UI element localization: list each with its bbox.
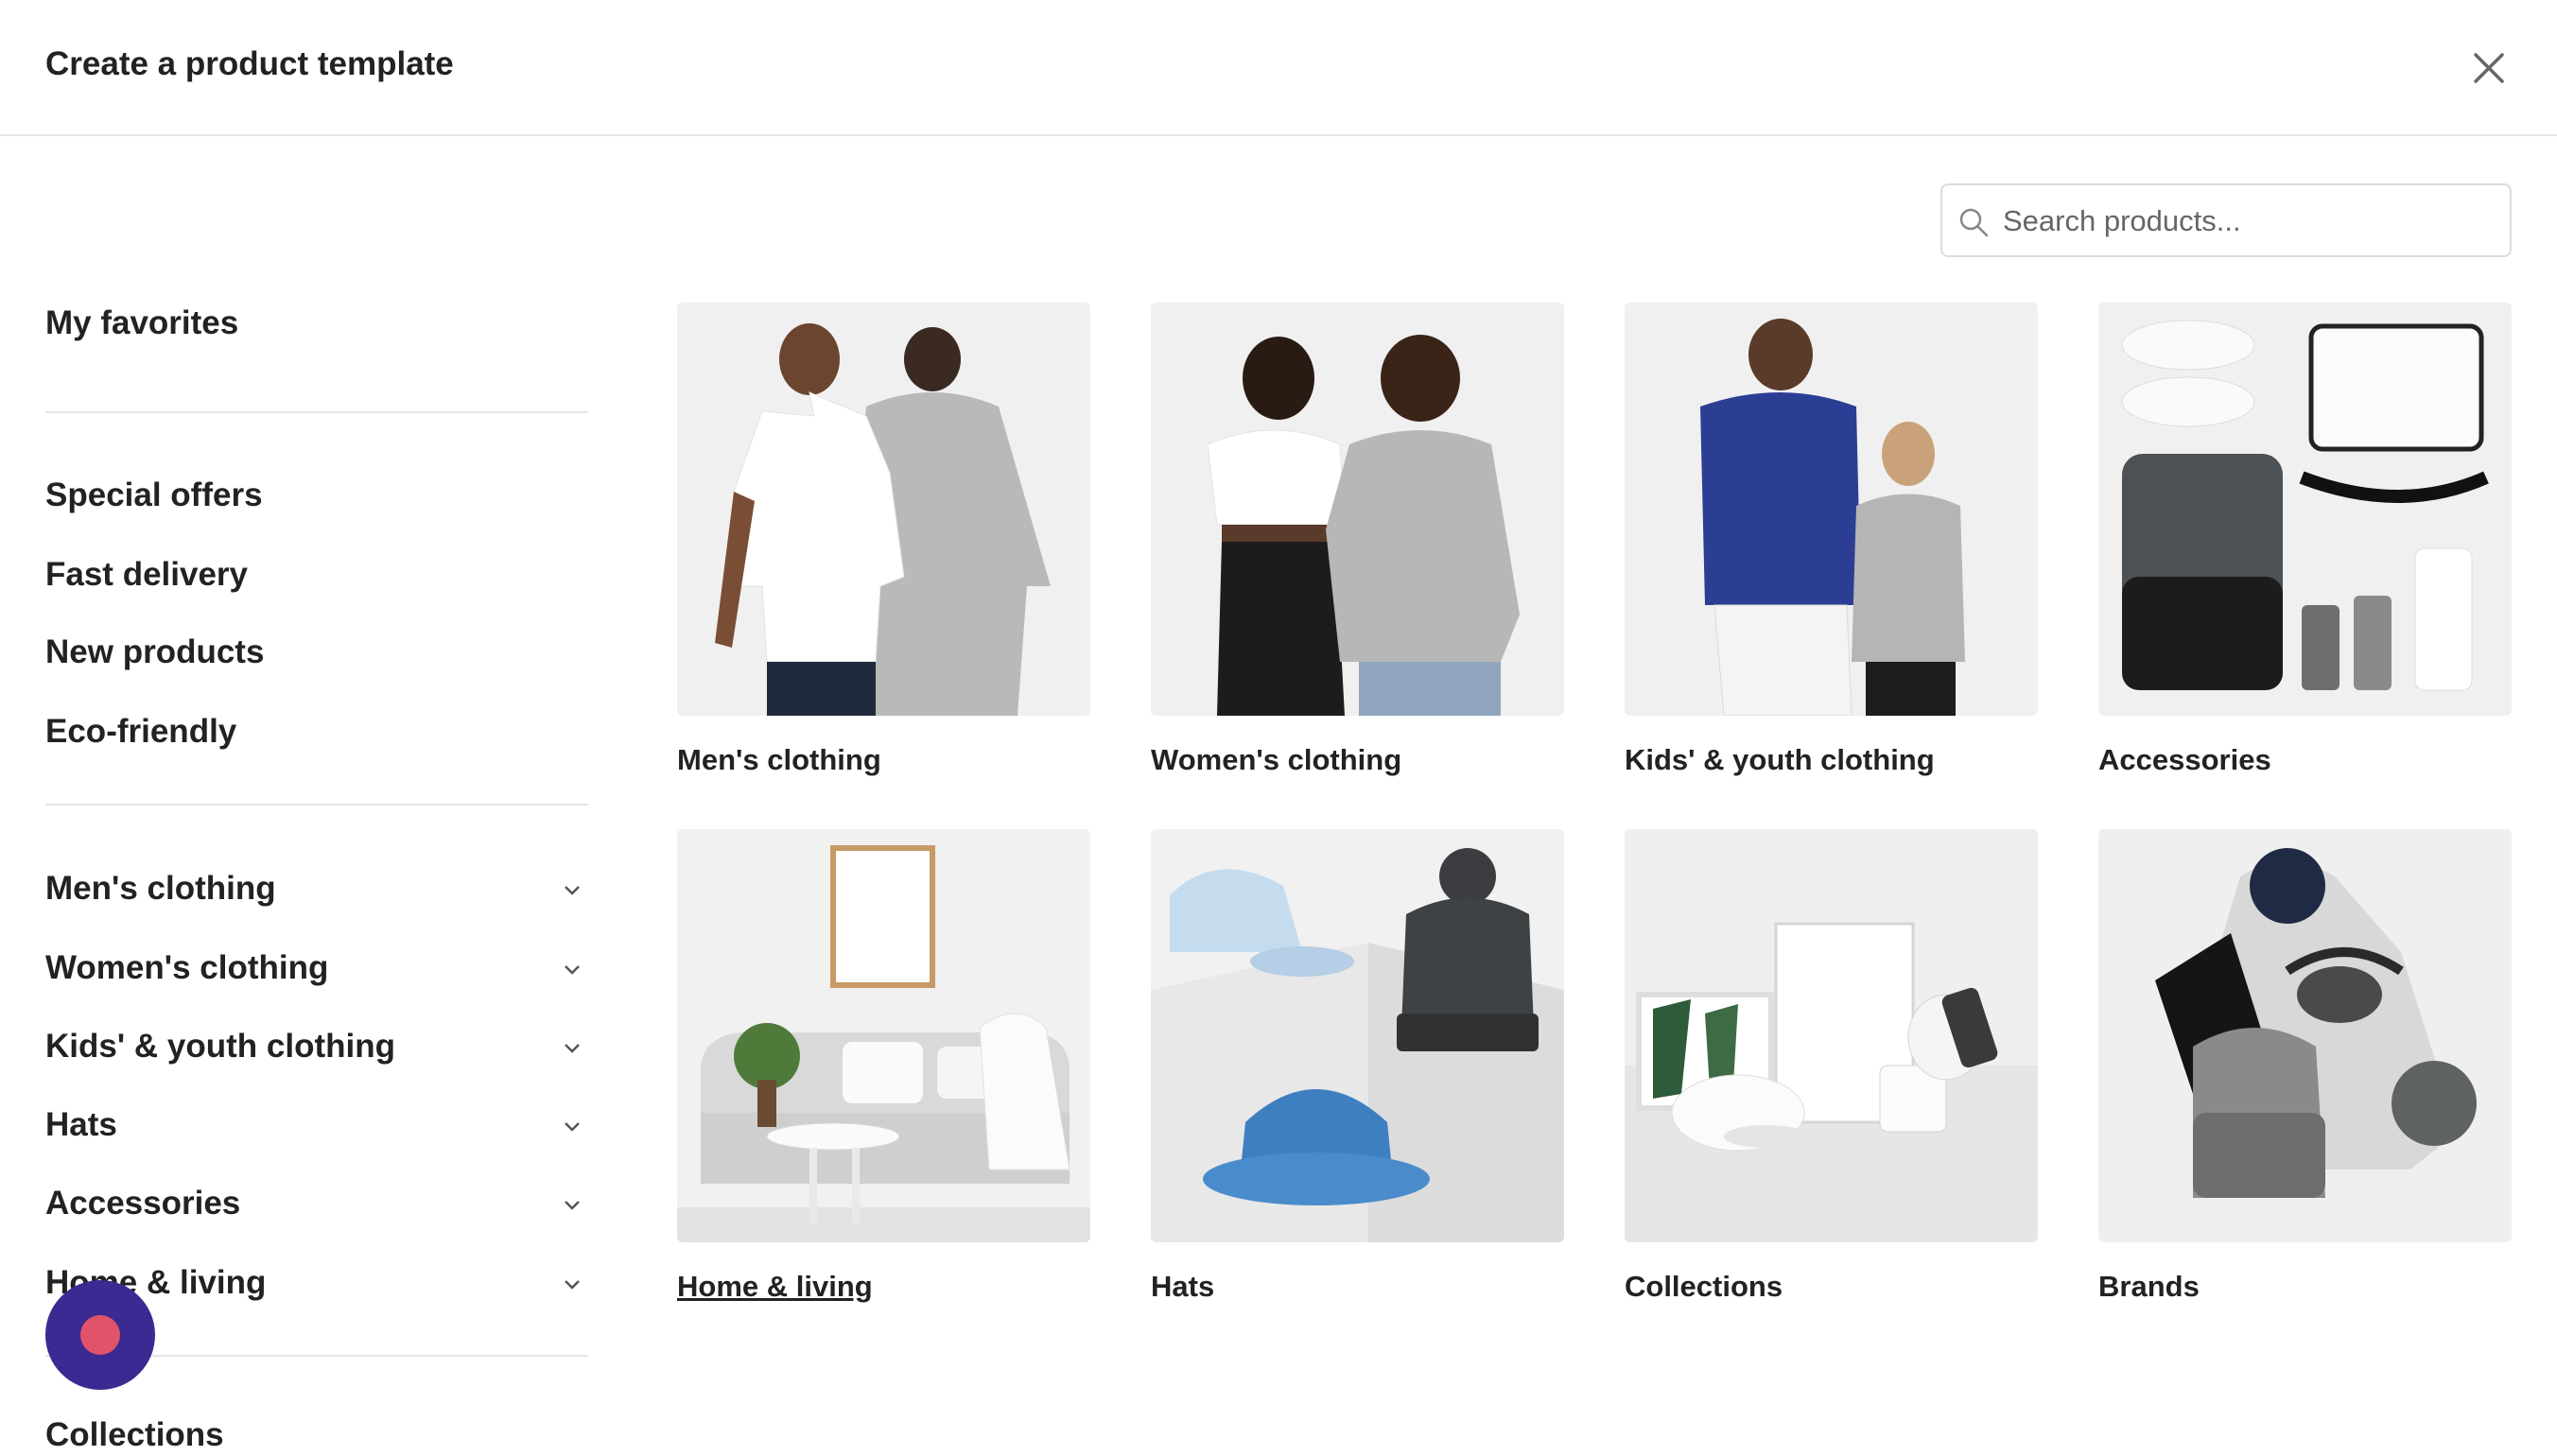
modal-title: Create a product template <box>45 45 454 82</box>
card-label: Kids' & youth clothing <box>1625 743 1935 776</box>
modal-header: Create a product template <box>0 0 2557 136</box>
sidebar-item-mens-clothing[interactable]: Men's clothing <box>45 868 276 910</box>
category-card-accessories[interactable]: Accessories <box>2098 303 2512 776</box>
collections-image <box>1625 829 2038 1242</box>
category-card-brands[interactable]: Brands <box>2098 829 2512 1303</box>
sidebar-item-fast-delivery[interactable]: Fast delivery <box>45 554 248 596</box>
accessories-image <box>2098 303 2512 716</box>
chat-launcher-button[interactable] <box>45 1280 155 1390</box>
sidebar-item-accessories[interactable]: Accessories <box>45 1183 240 1224</box>
search-input[interactable] <box>2001 185 2496 257</box>
close-button[interactable] <box>2466 45 2512 91</box>
sidebar-item-hats[interactable]: Hats <box>45 1104 117 1146</box>
chevron-down-icon[interactable] <box>562 879 583 900</box>
sidebar-divider <box>45 411 588 413</box>
brands-image <box>2098 829 2512 1242</box>
card-label: Women's clothing <box>1151 743 1402 776</box>
category-card-mens-clothing[interactable]: Men's clothing <box>677 303 1090 776</box>
hats-image <box>1151 829 1564 1242</box>
card-label: Hats <box>1151 1270 1215 1303</box>
kids-youth-clothing-image <box>1625 303 2038 716</box>
card-label: Brands <box>2098 1270 2200 1303</box>
category-card-womens-clothing[interactable]: Women's clothing <box>1151 303 1564 776</box>
card-label: Accessories <box>2098 743 2271 776</box>
category-card-home-living[interactable]: Home & living <box>677 829 1090 1303</box>
sidebar-item-new-products[interactable]: New products <box>45 632 264 673</box>
chat-launcher-icon <box>80 1315 120 1355</box>
home-living-image <box>677 829 1090 1242</box>
card-label: Home & living <box>677 1270 873 1303</box>
mens-clothing-image <box>677 303 1090 716</box>
category-card-hats[interactable]: Hats <box>1151 829 1564 1303</box>
search-icon <box>1959 208 1989 237</box>
chevron-down-icon[interactable] <box>562 1194 583 1215</box>
category-card-collections[interactable]: Collections <box>1625 829 2038 1303</box>
chevron-down-icon[interactable] <box>562 1116 583 1136</box>
chevron-down-icon[interactable] <box>562 1274 583 1294</box>
close-icon <box>2474 53 2504 83</box>
sidebar-item-collections[interactable]: Collections <box>45 1414 224 1456</box>
sidebar-item-womens-clothing[interactable]: Women's clothing <box>45 947 328 989</box>
sidebar-item-kids-youth-clothing[interactable]: Kids' & youth clothing <box>45 1026 395 1067</box>
search-field[interactable] <box>1940 183 2512 257</box>
sidebar-divider <box>45 804 588 806</box>
card-label: Men's clothing <box>677 743 881 776</box>
chevron-down-icon[interactable] <box>562 959 583 979</box>
sidebar-item-special-offers[interactable]: Special offers <box>45 475 263 516</box>
sidebar-item-eco-friendly[interactable]: Eco-friendly <box>45 711 236 753</box>
category-card-kids-youth-clothing[interactable]: Kids' & youth clothing <box>1625 303 2038 776</box>
womens-clothing-image <box>1151 303 1564 716</box>
sidebar-item-my-favorites[interactable]: My favorites <box>45 303 238 344</box>
card-label: Collections <box>1625 1270 1783 1303</box>
chevron-down-icon[interactable] <box>562 1037 583 1058</box>
